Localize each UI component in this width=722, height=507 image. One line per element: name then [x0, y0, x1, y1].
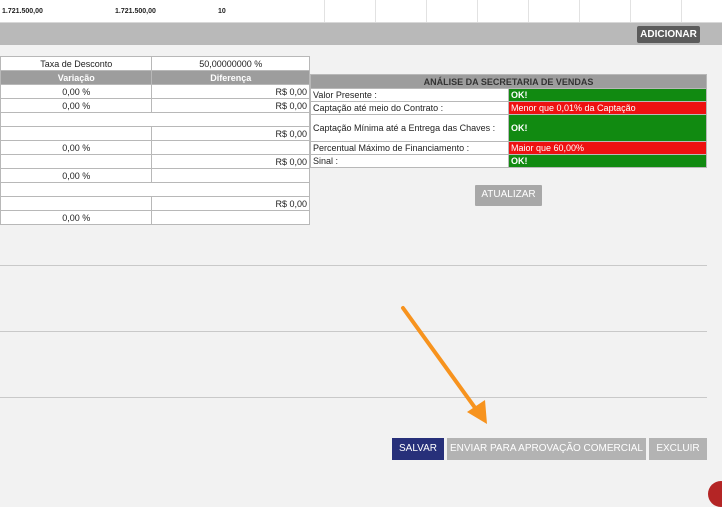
difference-cell	[151, 140, 310, 155]
difference-cell: R$ 0,00	[151, 154, 310, 169]
discount-value: 50,00000000 %	[151, 56, 310, 71]
variation-cell: 0,00 %	[0, 168, 153, 183]
update-button[interactable]: ATUALIZAR	[475, 185, 542, 206]
table-row: 0,00 %	[0, 210, 310, 225]
header-difference: Diferença	[151, 70, 310, 85]
summary-value-3: 10	[218, 8, 226, 15]
table-row: R$ 0,00	[0, 126, 310, 141]
difference-cell	[151, 210, 310, 225]
analysis-row: Percentual Máximo de Financiamento : Mai…	[310, 141, 707, 155]
analysis-title: ANÁLISE DA SECRETARIA DE VENDAS	[310, 74, 707, 89]
section-toolbar	[0, 23, 722, 45]
analysis-row: Valor Presente : OK!	[310, 88, 707, 102]
summary-row: 1.721.500,00 1.721.500,00 10	[0, 0, 722, 23]
analysis-status: OK!	[508, 154, 707, 168]
variance-table: Taxa de Desconto 50,00000000 % Variação …	[0, 56, 310, 225]
variation-cell: 0,00 %	[0, 98, 153, 113]
difference-cell	[151, 168, 310, 183]
analysis-status: Menor que 0,01% da Captação	[508, 101, 707, 115]
variation-cell	[0, 112, 152, 127]
analysis-status: OK!	[508, 88, 707, 102]
annotation-arrow-icon	[401, 306, 487, 424]
variation-cell: 0,00 %	[0, 140, 153, 155]
table-row: 0,00 %	[0, 168, 310, 183]
table-row: 0,00 % R$ 0,00	[0, 84, 310, 99]
variation-cell	[0, 182, 152, 197]
analysis-label: Sinal :	[310, 154, 509, 168]
analysis-label: Valor Presente :	[310, 88, 509, 102]
header-variation: Variação	[0, 70, 153, 85]
table-row: R$ 0,00	[0, 196, 310, 211]
delete-button[interactable]: EXCLUIR	[649, 438, 707, 460]
variation-cell	[0, 154, 153, 169]
analysis-label: Captação até meio do Contrato :	[310, 101, 509, 115]
add-button[interactable]: ADICIONAR	[637, 26, 700, 43]
section-divider	[0, 331, 707, 332]
table-row: 0,00 % R$ 0,00	[0, 98, 310, 113]
column-divider	[630, 0, 631, 22]
difference-cell: R$ 0,00	[151, 98, 310, 113]
table-row	[0, 182, 310, 197]
summary-value-1: 1.721.500,00	[2, 8, 43, 15]
column-divider	[375, 0, 376, 22]
difference-cell: R$ 0,00	[151, 126, 310, 141]
column-divider	[324, 0, 325, 22]
difference-cell	[151, 182, 310, 197]
summary-value-2: 1.721.500,00	[115, 8, 156, 15]
analysis-status: OK!	[508, 114, 707, 142]
variation-cell	[0, 196, 153, 211]
send-for-approval-button[interactable]: ENVIAR PARA APROVAÇÃO COMERCIAL	[447, 438, 646, 460]
column-divider	[681, 0, 682, 22]
chat-widget-icon[interactable]	[708, 481, 722, 507]
analysis-label: Percentual Máximo de Financiamento :	[310, 141, 509, 155]
variation-cell	[0, 126, 153, 141]
save-button[interactable]: SALVAR	[392, 438, 444, 460]
section-divider	[0, 397, 707, 398]
table-row: R$ 0,00	[0, 154, 310, 169]
section-divider	[0, 265, 707, 266]
analysis-label: Captação Mínima até a Entrega das Chaves…	[310, 114, 509, 142]
analysis-title-row: ANÁLISE DA SECRETARIA DE VENDAS	[310, 74, 707, 89]
difference-cell: R$ 0,00	[151, 196, 310, 211]
variation-cell: 0,00 %	[0, 84, 153, 99]
analysis-status: Maior que 60,00%	[508, 141, 707, 155]
discount-row: Taxa de Desconto 50,00000000 %	[0, 56, 310, 71]
column-divider	[528, 0, 529, 22]
column-divider	[579, 0, 580, 22]
discount-label: Taxa de Desconto	[0, 56, 153, 71]
analysis-row: Captação até meio do Contrato : Menor qu…	[310, 101, 707, 115]
column-divider	[477, 0, 478, 22]
sales-analysis-table: ANÁLISE DA SECRETARIA DE VENDAS Valor Pr…	[310, 74, 707, 168]
table-header: Variação Diferença	[0, 70, 310, 85]
column-divider	[426, 0, 427, 22]
difference-cell: R$ 0,00	[151, 84, 310, 99]
variation-cell: 0,00 %	[0, 210, 153, 225]
table-row: 0,00 %	[0, 140, 310, 155]
analysis-row: Captação Mínima até a Entrega das Chaves…	[310, 114, 707, 142]
table-row	[0, 112, 310, 127]
difference-cell	[151, 112, 310, 127]
analysis-row: Sinal : OK!	[310, 154, 707, 168]
